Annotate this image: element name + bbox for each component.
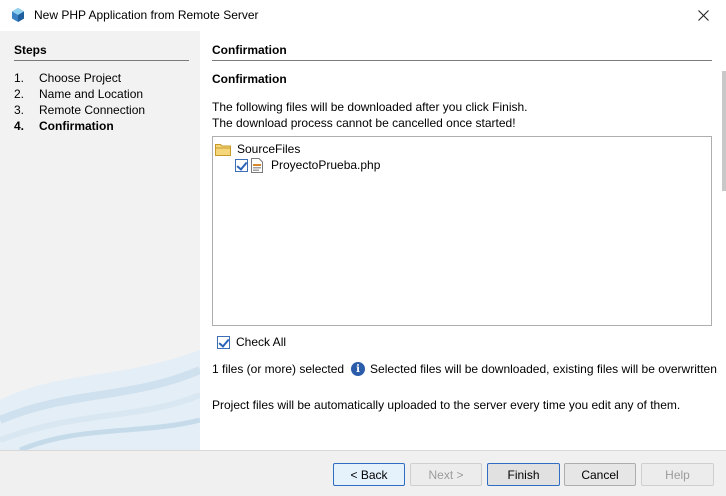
background-window-edge	[722, 71, 726, 191]
title-bar: New PHP Application from Remote Server	[0, 0, 726, 31]
step-item-choose-project: 1. Choose Project	[14, 71, 122, 85]
info-icon: i	[351, 362, 366, 376]
panel-heading: Confirmation	[212, 43, 712, 61]
help-button[interactable]: Help	[641, 463, 714, 486]
back-button[interactable]: < Back	[333, 463, 405, 486]
file-checkbox[interactable]	[235, 158, 248, 172]
window-title: New PHP Application from Remote Server	[34, 8, 259, 22]
check-all-box[interactable]	[217, 335, 230, 349]
status-message: Selected files will be downloaded, exist…	[370, 362, 717, 376]
description-line-1: The following files will be downloaded a…	[212, 100, 528, 114]
step-item-name-location: 2. Name and Location	[14, 87, 144, 101]
finish-button[interactable]: Finish	[487, 463, 560, 486]
step-item-remote-connection: 3. Remote Connection	[14, 103, 146, 117]
steps-heading: Steps	[14, 43, 189, 61]
steps-panel: Steps 1. Choose Project 2. Name and Locati…	[0, 31, 200, 450]
upload-note: Project files will be automatically uplo…	[212, 398, 681, 412]
decorative-swoosh	[0, 350, 200, 450]
file-tree[interactable]: SourceFiles ProyectoPrueba.php	[212, 136, 712, 326]
selection-count: 1 files (or more) selected	[212, 362, 345, 376]
file-label: ProyectoPrueba.php	[271, 158, 381, 172]
folder-icon	[215, 143, 231, 156]
check-all-checkbox[interactable]: Check All	[217, 335, 286, 349]
folder-label: SourceFiles	[237, 142, 301, 156]
tree-file-item[interactable]: ProyectoPrueba.php	[235, 157, 380, 173]
description-line-2: The download process cannot be cancelled…	[212, 116, 516, 130]
next-button[interactable]: Next >	[410, 463, 482, 486]
netbeans-icon	[12, 8, 24, 22]
check-all-label: Check All	[236, 335, 287, 349]
dialog-body: Steps 1. Choose Project 2. Name and Locati…	[0, 31, 726, 450]
close-button[interactable]	[680, 0, 726, 31]
confirmation-panel: Confirmation Confirmation The following …	[212, 31, 726, 450]
steps-list: 1. Choose Project 2. Name and Location 3. R…	[14, 70, 145, 134]
tree-folder-sourcefiles[interactable]: SourceFiles	[215, 141, 300, 157]
close-icon	[697, 10, 709, 21]
cancel-button[interactable]: Cancel	[564, 463, 636, 486]
php-file-icon	[251, 157, 263, 173]
selection-status: 1 files (or more) selected i Selected fi…	[212, 362, 717, 376]
step-item-confirmation: 4. Confirmation	[14, 119, 114, 133]
button-bar: < Back Next > Finish Cancel Help	[0, 450, 726, 496]
panel-sub-heading: Confirmation	[212, 72, 287, 86]
